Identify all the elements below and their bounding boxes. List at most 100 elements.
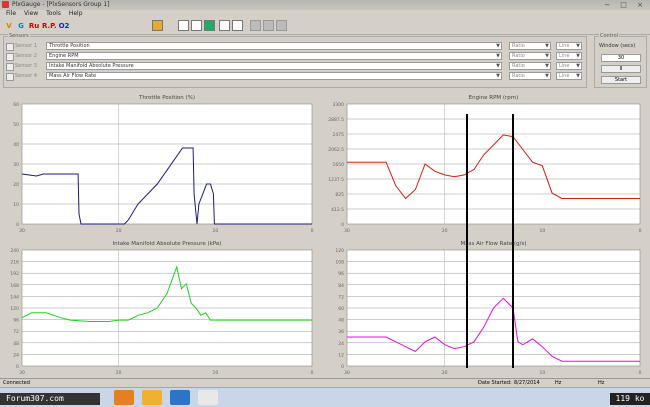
x-tick-label: 30 (344, 228, 350, 234)
sensor-label: Sensor 4 (15, 73, 37, 79)
folder-icon[interactable] (152, 20, 163, 31)
y-tick-label: 412.5 (331, 207, 344, 213)
chevron-down-icon[interactable]: ▼ (575, 63, 581, 69)
chevron-down-icon[interactable]: ▼ (495, 43, 501, 49)
app-icon (2, 1, 9, 8)
window-select[interactable]: 30 (601, 54, 641, 62)
x-tick-label: 10 (539, 228, 545, 234)
y-tick-label: 36 (338, 329, 344, 335)
chart-title: Mass Air Flow Rate (g/s) (460, 241, 526, 247)
cursor-line[interactable] (466, 114, 468, 368)
sensor-label: Sensor 1 (15, 43, 37, 49)
line-select[interactable]: Line ▼ (556, 52, 582, 60)
x-tick-label: 20 (442, 370, 448, 376)
toolbar: V G Ru R.P. O2 (0, 18, 650, 35)
menu-tools[interactable]: Tools (46, 10, 61, 17)
unit-select[interactable]: Ratio ▼ (509, 62, 551, 70)
sensor-select[interactable]: Throttle Position ▼ (46, 42, 502, 50)
y-tick-label: 3300 (333, 102, 345, 108)
y-tick-label: 60 (13, 102, 19, 108)
menu-view[interactable]: View (24, 10, 38, 17)
toolbar-rp-button[interactable]: R.P. (42, 20, 57, 32)
unit-select[interactable]: Ratio ▼ (509, 52, 551, 60)
line-select[interactable]: Line ▼ (556, 72, 582, 80)
status-date: 8/27/2014 (514, 380, 540, 386)
firefox-icon[interactable] (114, 390, 134, 405)
y-tick-label: 30 (13, 162, 19, 168)
chevron-down-icon[interactable]: ▼ (544, 43, 550, 49)
menu-help[interactable]: Help (69, 10, 83, 17)
maf-chart: Mass Air Flow Rate (g/s) 0 12 24 36 48 60 72 84 9… (325, 236, 650, 378)
toolbar-g-button[interactable]: G (16, 20, 26, 32)
chart-title: Throttle Position (%) (138, 95, 195, 101)
y-tick-label: 216 (10, 260, 19, 266)
y-tick-label: 0 (16, 364, 19, 370)
y-tick-label: 144 (10, 294, 19, 300)
chevron-down-icon[interactable]: ▼ (575, 53, 581, 59)
status-connected: Connected (3, 380, 30, 386)
y-tick-label: 12 (338, 352, 344, 358)
x-tick-label: 0 (639, 370, 642, 376)
x-tick-label: 0 (311, 228, 314, 234)
pause-button[interactable]: II (601, 65, 641, 73)
window-label: Window (secs) (599, 43, 636, 49)
cursor-line[interactable] (512, 114, 514, 368)
gauge-icon[interactable] (191, 20, 202, 31)
chevron-down-icon[interactable]: ▼ (575, 43, 581, 49)
chevron-down-icon[interactable]: ▼ (495, 53, 501, 59)
chart-icon[interactable] (178, 20, 189, 31)
chevron-down-icon[interactable]: ▼ (544, 53, 550, 59)
window-controls[interactable]: − □ × (604, 1, 647, 9)
skype-icon[interactable] (170, 390, 190, 405)
unit-select[interactable]: Ratio ▼ (509, 42, 551, 50)
control-legend: Control (599, 33, 620, 39)
sensor-select[interactable]: Engine RPM ▼ (46, 52, 502, 60)
rpm-chart: Engine RPM (rpm) 0 412.5 825 1237.5 1650 2062.… (325, 90, 650, 236)
chevron-down-icon[interactable]: ▼ (495, 63, 501, 69)
toolbar-ru-button[interactable]: Ru (28, 20, 40, 32)
chart-svg: Intake Manifold Absolute Pressure (kPa) 0… (10, 241, 313, 376)
y-tick-label: 2887.5 (328, 117, 344, 123)
toolbar-o2-button[interactable]: O2 (58, 20, 70, 32)
y-tick-label: 120 (10, 306, 19, 312)
sensor-checkbox[interactable] (6, 73, 14, 81)
y-tick-label: 1650 (333, 162, 345, 168)
y-tick-label: 10 (13, 202, 19, 208)
settings-icon[interactable] (276, 20, 287, 31)
y-tick-label: 2475 (333, 132, 345, 138)
chevron-down-icon[interactable]: ▼ (544, 63, 550, 69)
sensor-row: Sensor 3 Intake Manifold Absolute Pressu… (6, 62, 584, 71)
sensor-label: Sensor 3 (15, 63, 37, 69)
log-icon[interactable] (232, 20, 243, 31)
y-tick-label: 192 (10, 271, 19, 277)
line-select[interactable]: Line ▼ (556, 62, 582, 70)
sensor-checkbox[interactable] (6, 63, 14, 71)
sensor-select[interactable]: Intake Manifold Absolute Pressure ▼ (46, 62, 502, 70)
display-icon[interactable] (204, 20, 215, 31)
chevron-down-icon[interactable]: ▼ (575, 73, 581, 79)
plx-app-icon[interactable] (198, 390, 218, 405)
y-tick-label: 108 (335, 260, 344, 266)
chevron-down-icon[interactable]: ▼ (495, 73, 501, 79)
sensor-row: Sensor 1 Throttle Position ▼ Ratio ▼ Line ▼ (6, 42, 584, 51)
folder-icon[interactable] (142, 390, 162, 405)
y-tick-label: 24 (338, 341, 344, 347)
unit-select[interactable]: Ratio ▼ (509, 72, 551, 80)
y-tick-label: 72 (13, 329, 19, 335)
record-icon[interactable] (250, 20, 261, 31)
chart-title: Intake Manifold Absolute Pressure (kPa) (113, 241, 222, 247)
print-icon[interactable] (263, 20, 274, 31)
map-chart: Intake Manifold Absolute Pressure (kPa) 0… (0, 236, 322, 378)
menu-file[interactable]: File (6, 10, 16, 17)
y-tick-label: 50 (13, 122, 19, 128)
table-icon[interactable] (219, 20, 230, 31)
line-select[interactable]: Line ▼ (556, 42, 582, 50)
sensor-select[interactable]: Mass Air Flow Rate ▼ (46, 72, 502, 80)
sensor-checkbox[interactable] (6, 53, 14, 61)
chevron-down-icon[interactable]: ▼ (544, 73, 550, 79)
sensor-checkbox[interactable] (6, 43, 14, 51)
start-button[interactable]: Start (601, 76, 641, 84)
x-tick-label: 20 (116, 228, 122, 234)
toolbar-v-button[interactable]: V (4, 20, 14, 32)
y-tick-label: 72 (338, 294, 344, 300)
